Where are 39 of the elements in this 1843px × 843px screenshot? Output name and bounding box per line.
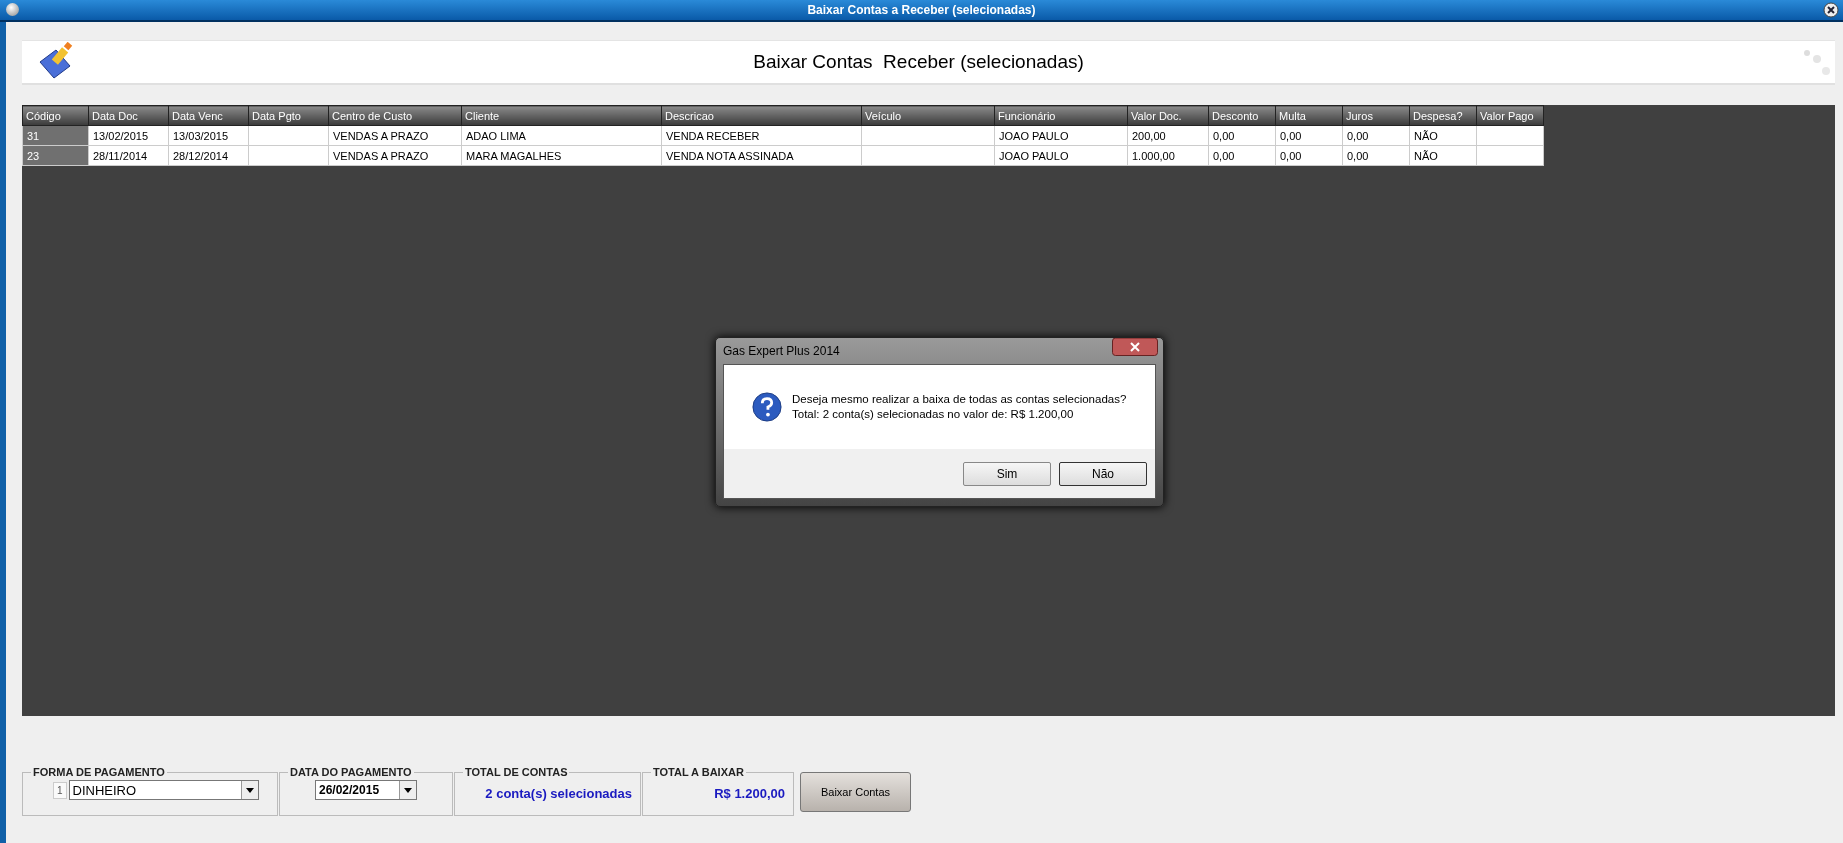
table-cell: 31 — [22, 125, 89, 146]
close-button[interactable] — [1112, 338, 1158, 356]
column-header[interactable]: Veículo — [861, 105, 995, 126]
total-amount-value: R$ 1.200,00 — [713, 785, 785, 801]
date-picker[interactable]: 26/02/2015 — [315, 780, 417, 800]
payment-method-dropdown[interactable]: DINHEIRO — [68, 780, 259, 800]
page-title: Baixar Contas Receber (selecionadas) — [752, 51, 1085, 73]
dialog-message: Deseja mesmo realizar a baixa de todas as contas selecionadas? — [792, 392, 1127, 407]
total-accounts-value: 2 conta(s) selecionadas — [484, 785, 632, 801]
close-icon[interactable] — [1823, 2, 1839, 18]
column-header[interactable]: Despesa? — [1409, 105, 1477, 126]
column-header[interactable]: Multa — [1275, 105, 1343, 126]
dialog-title: Gas Expert Plus 2014 — [723, 344, 840, 358]
column-header[interactable]: Data Venc — [168, 105, 249, 126]
column-header[interactable]: Data Pgto — [248, 105, 329, 126]
dialog-button[interactable]: Não — [1059, 461, 1147, 486]
column-header[interactable]: Código — [22, 105, 89, 126]
dots-icon — [1801, 47, 1831, 77]
column-header[interactable]: Descricao — [661, 105, 862, 126]
group-label: TOTAL DE CONTAS — [464, 766, 569, 778]
column-header[interactable]: Juros — [1342, 105, 1410, 126]
window-menu-icon[interactable] — [6, 3, 19, 16]
group-label: FORMA DE PAGAMENTO — [32, 766, 166, 778]
table-cell: 23 — [22, 145, 89, 166]
dialog-message: Total: 2 conta(s) selecionadas no valor de: R$ 1.200,00 — [792, 407, 1075, 422]
question-icon — [752, 392, 782, 422]
column-header[interactable]: Data Doc — [88, 105, 169, 126]
baixar-contas-button[interactable]: Baixar Contas — [800, 772, 911, 812]
column-header[interactable]: Valor Pago — [1476, 105, 1544, 126]
column-header[interactable]: Valor Doc. — [1127, 105, 1209, 126]
column-header[interactable]: Centro de Custo — [328, 105, 462, 126]
group-label: TOTAL A BAIXAR — [652, 766, 745, 778]
group-label: DATA DO PAGAMENTO — [289, 766, 413, 778]
column-header[interactable]: Desconto — [1208, 105, 1276, 126]
window-title: Baixar Contas a Receber (selecionadas) — [807, 3, 1036, 17]
dialog-button[interactable]: Sim — [963, 461, 1051, 486]
code-field: 1 — [53, 781, 67, 799]
column-header[interactable]: Funcionário — [994, 105, 1128, 126]
column-header[interactable]: Cliente — [461, 105, 662, 126]
